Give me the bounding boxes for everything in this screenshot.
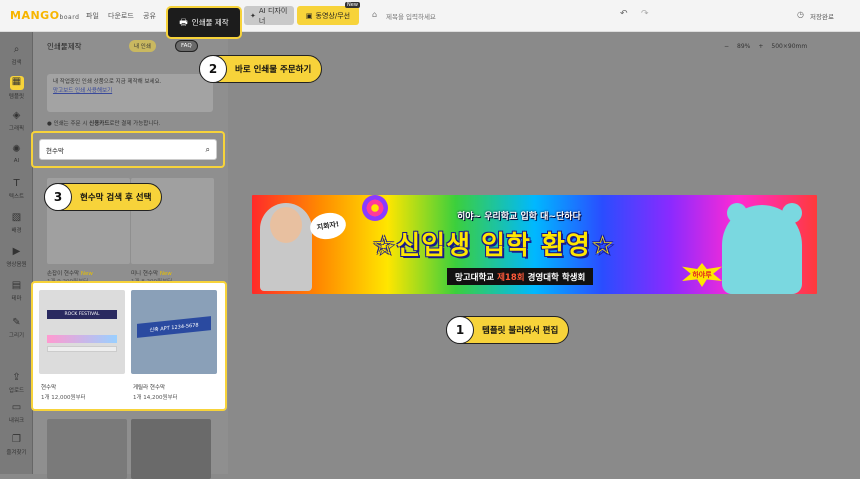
result-name: 현수막 [41,385,57,391]
redo-icon[interactable]: ↷ [641,9,649,19]
background-icon: ▧ [11,212,22,223]
page-size[interactable]: 500×90mm [771,43,807,50]
rail-search[interactable]: ⌕ 검색 [0,44,33,66]
title-edit-icon: ⌂ [372,10,378,19]
title-input[interactable]: 제목을 입력하세요 [386,11,436,21]
my-print-tab[interactable]: 내 인쇄 [129,40,156,52]
zoom-bar: − 89% + 500×90mm [724,38,860,54]
undo-icon[interactable]: ↶ [620,9,628,19]
rail-upload[interactable]: ⇪ 업로드 [0,372,33,394]
rail-template[interactable]: ▦ 템플릿 [0,76,33,100]
rail-media[interactable]: ▶ 영상음원 [0,246,33,268]
media-icon: ▶ [12,246,21,257]
upload-icon: ⇪ [12,372,21,383]
info-box: 내 작업중인 인쇄 상품으로 지금 제작해 보세요. 망고보드 인쇄 사용해보기 [47,74,213,112]
search-icon: ⌕ [13,44,20,55]
folder-icon: ▭ [11,402,22,413]
rail-ai[interactable]: ✺ AI [0,144,33,164]
card-poster[interactable] [47,419,127,479]
draw-icon: ✎ [12,317,21,328]
banner-sub-text: 망고대학교 제18회 경영대학 학생회 [447,268,594,285]
result-price: 1개 14,200원부터 [133,395,178,401]
speech-bubble: 지화자! [308,210,348,242]
card-poster[interactable] [131,419,211,479]
thumb-guerrilla-banner: 신축 APT 1234-5678 [137,316,211,338]
card-label: 손잡이 현수막 New [47,271,93,277]
ai-icon: ✦ [250,11,256,20]
banner-template[interactable]: 지화자! 히야~ 우리학교 입학 대~단하다 ☆신입생 입학 환영☆ 망고대학교… [252,195,817,294]
zoom-level[interactable]: 89% [737,43,750,50]
panel-title: 인쇄물제작 [47,42,82,51]
menu-download[interactable]: 다운로드 [108,11,134,21]
payment-note: ● 인쇄는 주문 시 신용카드로만 결제 가능합니다. [47,121,161,127]
top-bar: MANGOboard 파일 다운로드 공유 ✦ AI 디자이너 ▣ 동영상/무선 N… [0,0,860,32]
print-order-button[interactable]: 🖶 인쇄물 제작 [166,6,242,39]
ai-designer-button[interactable]: ✦ AI 디자이너 [244,6,294,25]
result-name: 게릴라 현수막 [133,385,166,391]
search-icon[interactable]: ⌕ [206,145,210,155]
banner-top-text: 히야~ 우리학교 입학 대~단하다 [457,212,581,222]
zoom-in-icon[interactable]: + [758,43,763,50]
rail-graphic[interactable]: ◈ 그래픽 [0,110,33,132]
search-highlight: 현수막 ⌕ [31,131,225,168]
result-price: 1개 12,000원부터 [41,395,86,401]
rail-favorites[interactable]: ❐ 즐겨찾기 [0,434,33,456]
info-icon: ● [47,121,52,127]
bookmark-icon: ❐ [12,434,21,445]
info-link[interactable]: 망고보드 인쇄 사용해보기 [53,87,207,96]
rail-draw[interactable]: ✎ 그리기 [0,317,33,339]
banner-main-text: ☆신입생 입학 환영☆ [372,231,616,261]
faq-tab[interactable]: FAQ [175,40,198,52]
callout-1: 1 템플릿 불러와서 편집 [446,316,570,344]
rail-mywork[interactable]: ▭ 내워크 [0,402,33,424]
rail-theme[interactable]: ▤ 테마 [0,280,33,302]
saved-status: 저장완료 [810,13,834,21]
flower-icon [362,195,388,221]
menu-file[interactable]: 파일 [86,11,99,21]
burst-label: 하야루 [682,263,722,287]
left-rail: ⌕ 검색 ▦ 템플릿 ◈ 그래픽 ✺ AI T 텍스트 ▧ 배경 ▶ 영상음원 ▤ 테마 ✎ 그리… [0,32,33,474]
callout-2: 2 바로 인쇄물 주문하기 [199,55,323,83]
video-icon: ▣ [305,11,313,20]
theme-icon: ▤ [11,280,22,291]
bear-ear-left [727,203,747,223]
thumb-banner-mid [47,335,117,343]
zoom-out-icon[interactable]: − [724,43,729,50]
new-badge: New [345,2,360,8]
ai-icon: ✺ [12,144,21,155]
menu-share[interactable]: 공유 [143,11,156,21]
card-label: 미니 현수막 New [131,271,172,277]
rail-background[interactable]: ▧ 배경 [0,212,33,234]
search-input[interactable]: 현수막 ⌕ [39,139,217,160]
graphic-icon: ◈ [12,110,21,121]
result-guerrilla-thumb[interactable]: 신축 APT 1234-5678 [131,290,217,374]
printer-icon: 🖶 [179,17,188,28]
result-banner-thumb[interactable]: ROCK FESTIVAL [39,290,125,374]
thumb-banner-top: ROCK FESTIVAL [47,310,117,319]
man-face [270,207,302,243]
saved-icon: ◷ [797,10,804,19]
logo[interactable]: MANGOboard [10,9,79,22]
bear-ear-right [782,203,802,223]
template-icon: ▦ [9,76,24,90]
callout-3: 3 현수막 검색 후 선택 [44,183,163,211]
rail-text[interactable]: T 텍스트 [0,178,33,200]
video-button[interactable]: ▣ 동영상/무선 [297,6,359,25]
text-icon: T [13,178,20,189]
thumb-banner-low [47,346,117,352]
result-highlight: ROCK FESTIVAL 신축 APT 1234-5678 현수막 1개 12… [31,281,227,411]
